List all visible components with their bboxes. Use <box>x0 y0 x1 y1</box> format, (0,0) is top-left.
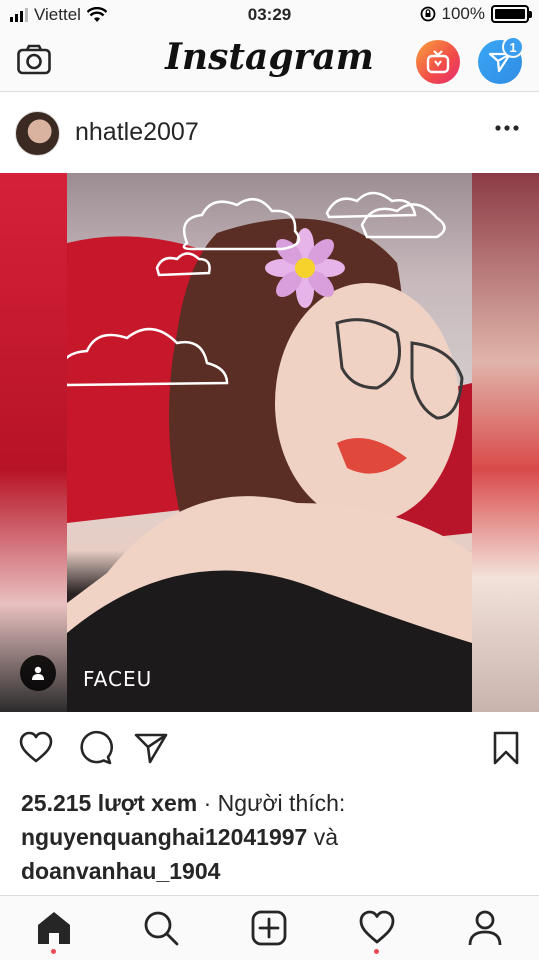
more-options-icon <box>495 125 519 131</box>
battery-percent: 100% <box>441 4 485 23</box>
separator: · <box>197 790 218 816</box>
post-header: nhatle2007 <box>0 93 539 173</box>
avatar[interactable] <box>15 111 60 156</box>
liked-by-label: Người thích: <box>217 790 346 816</box>
like-button[interactable] <box>18 730 54 766</box>
profile-icon <box>468 910 502 946</box>
bookmark-icon <box>493 731 519 765</box>
liker-1[interactable]: nguyenquanghai12041997 <box>21 824 307 850</box>
top-navigation: Instagram 1 <box>0 30 539 92</box>
media-right-pane <box>472 173 539 712</box>
liker-2[interactable]: doanvanhau_1904 <box>21 858 220 884</box>
nav-add-post[interactable] <box>249 908 289 948</box>
status-right: 100% <box>420 4 532 24</box>
comment-icon <box>80 730 113 765</box>
conjunction: và <box>313 824 339 850</box>
status-bar: Viettel 03:29 100% <box>0 0 539 30</box>
user-tag-icon <box>32 666 44 680</box>
media-center <box>60 173 472 712</box>
heart-icon <box>19 731 53 763</box>
media-left-pane <box>0 173 67 712</box>
dm-badge: 1 <box>502 36 524 58</box>
more-options-button[interactable] <box>494 121 520 147</box>
post-stats: 25.215 lượt xem · Người thích: nguyenqua… <box>21 786 531 888</box>
user-tag-button[interactable] <box>20 655 56 691</box>
views-count[interactable]: 25.215 lượt xem <box>21 790 197 816</box>
nav-search[interactable] <box>141 908 181 948</box>
nav-home[interactable] <box>34 908 74 954</box>
nav-activity[interactable] <box>357 908 397 954</box>
search-icon <box>144 911 179 946</box>
share-button[interactable] <box>133 730 169 766</box>
post-media[interactable]: FACEU <box>0 173 539 712</box>
activity-heart-icon <box>359 910 395 944</box>
rotation-lock-icon <box>420 6 435 22</box>
nav-profile[interactable] <box>465 908 505 948</box>
bottom-navigation <box>0 895 539 960</box>
comment-button[interactable] <box>77 730 113 766</box>
activity-notification-dot <box>374 949 379 954</box>
faceu-watermark: FACEU <box>83 667 153 691</box>
save-button[interactable] <box>488 730 524 766</box>
home-icon <box>38 912 70 944</box>
post-username[interactable]: nhatle2007 <box>75 118 199 147</box>
post-actions <box>0 712 539 782</box>
photo-illustration <box>60 191 472 712</box>
share-icon <box>134 733 168 764</box>
home-notification-dot <box>51 949 56 954</box>
igtv-icon <box>426 50 450 74</box>
igtv-button[interactable] <box>416 40 460 84</box>
battery-icon <box>491 5 532 23</box>
direct-message-button[interactable]: 1 <box>478 36 524 84</box>
add-post-icon <box>251 910 287 946</box>
